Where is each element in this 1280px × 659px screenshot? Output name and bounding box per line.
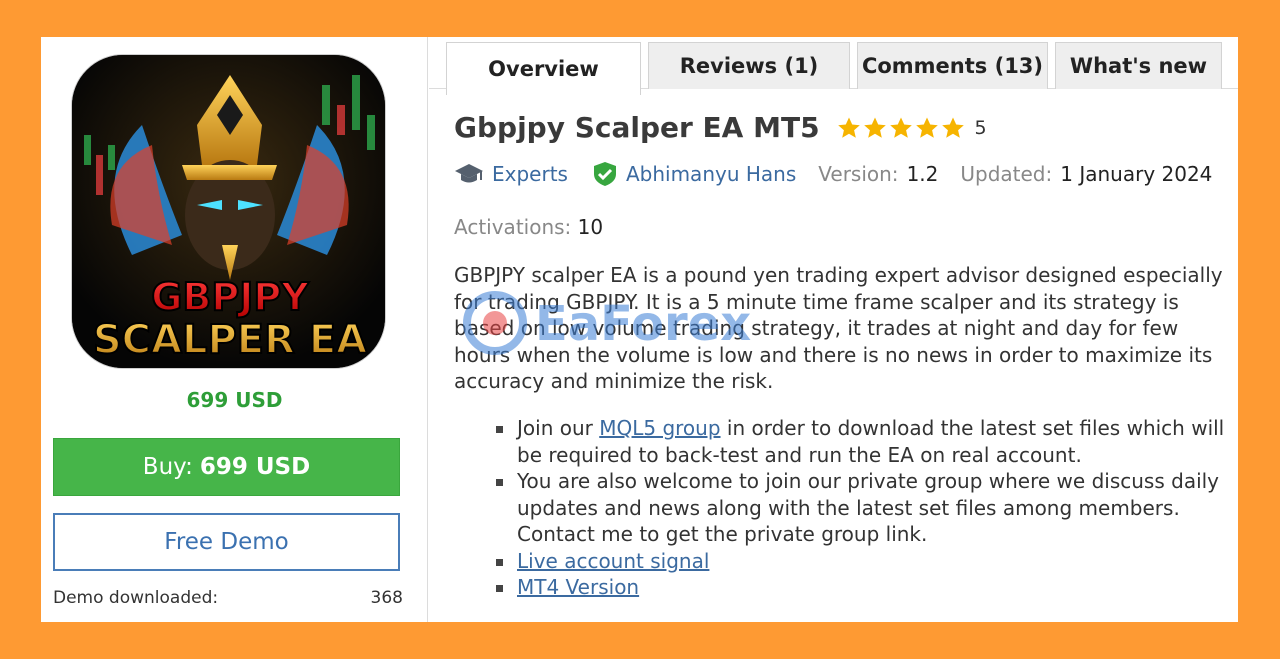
tab-overview[interactable]: Overview xyxy=(446,42,641,95)
bullet-text: You are also welcome to join our private… xyxy=(517,469,1220,546)
rating-value: 5 xyxy=(974,116,987,139)
image-title-line1: GBPJPY xyxy=(151,275,309,319)
list-item: MT4 Version xyxy=(496,574,1226,601)
graduation-cap-icon xyxy=(455,164,483,183)
title-row: Gbpjpy Scalper EA MT5 5 xyxy=(454,111,987,144)
demo-downloaded-row: Demo downloaded: 368 xyxy=(53,588,403,608)
version-value: 1.2 xyxy=(906,162,939,186)
activations-value: 10 xyxy=(577,215,604,239)
tab-comments[interactable]: Comments (13) xyxy=(857,42,1048,89)
rating-stars: 5 xyxy=(837,116,987,140)
updated-value: 1 January 2024 xyxy=(1060,162,1213,186)
activations-row: Activations: 10 xyxy=(454,215,603,239)
tab-reviews[interactable]: Reviews (1) xyxy=(648,42,850,89)
buy-label: Buy: xyxy=(142,454,193,480)
tab-whats-new[interactable]: What's new xyxy=(1055,42,1222,89)
image-title-line2: SCALPER EA xyxy=(93,317,367,363)
star-icon xyxy=(889,117,912,138)
mql5-group-link[interactable]: MQL5 group xyxy=(599,416,720,440)
version-label: Version: xyxy=(818,162,899,186)
product-details: Overview Reviews (1) Comments (13) What'… xyxy=(429,37,1238,622)
author-link[interactable]: Abhimanyu Hans xyxy=(626,162,796,186)
list-item: Join our MQL5 group in order to download… xyxy=(496,415,1226,468)
star-icon xyxy=(863,117,886,138)
tab-bar: Overview Reviews (1) Comments (13) What'… xyxy=(429,37,1238,95)
demo-downloaded-label: Demo downloaded: xyxy=(53,588,219,608)
bullet-text: Join our xyxy=(517,416,600,440)
updated-label: Updated: xyxy=(960,162,1053,186)
description: GBPJPY scalper EA is a pound yen trading… xyxy=(454,263,1223,393)
list-item: You are also welcome to join our private… xyxy=(496,468,1226,548)
buy-button[interactable]: Buy: 699 USD xyxy=(53,438,400,496)
star-icon xyxy=(941,117,964,138)
price-label: 699 USD xyxy=(186,388,283,412)
mt4-version-link[interactable]: MT4 Version xyxy=(517,575,639,599)
star-icon xyxy=(915,117,938,138)
category-link[interactable]: Experts xyxy=(492,162,568,186)
buy-price: 699 USD xyxy=(199,454,311,480)
page-title: Gbpjpy Scalper EA MT5 xyxy=(454,111,820,144)
free-demo-button[interactable]: Free Demo xyxy=(53,513,400,571)
feature-list: Join our MQL5 group in order to download… xyxy=(496,415,1226,601)
activations-label: Activations: xyxy=(454,215,572,239)
list-item: Live account signal xyxy=(496,548,1226,575)
product-artwork: GBPJPY SCALPER EA xyxy=(72,55,385,368)
live-signal-link[interactable]: Live account signal xyxy=(517,549,709,573)
verified-shield-icon xyxy=(593,162,616,186)
star-icon xyxy=(837,117,860,138)
product-image[interactable]: GBPJPY SCALPER EA xyxy=(71,54,386,369)
demo-downloaded-count: 368 xyxy=(370,588,403,608)
product-card: GBPJPY SCALPER EA 699 USD Buy: 699 USD F… xyxy=(41,37,1238,622)
product-sidebar: GBPJPY SCALPER EA 699 USD Buy: 699 USD F… xyxy=(41,37,428,622)
meta-row: Experts Abhimanyu Hans Version: 1.2 Upda… xyxy=(454,161,1212,187)
